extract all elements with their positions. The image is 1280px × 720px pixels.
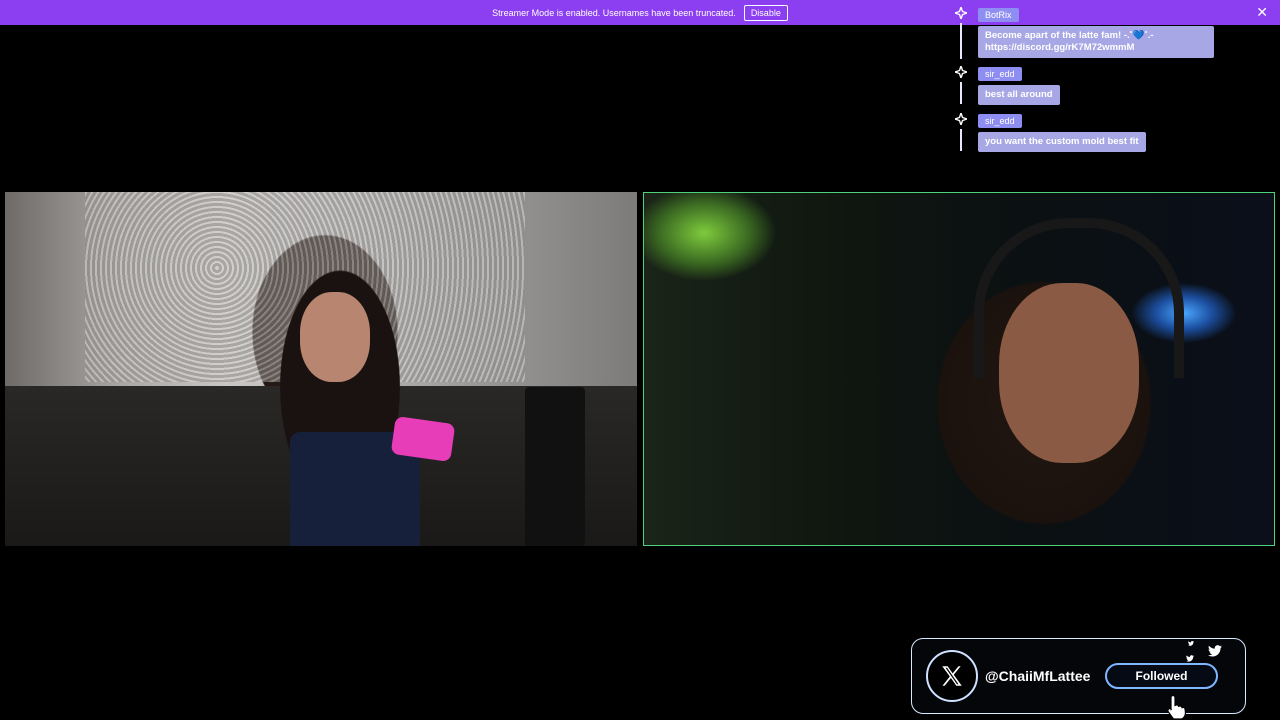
chat-message: BotRix Become apart of the latte fam! -.… (952, 5, 1222, 59)
chat-message-text: best all around (978, 85, 1060, 105)
x-logo-icon (926, 650, 978, 702)
x-logo-glyph (942, 666, 962, 686)
chat-username: sir_edd (978, 114, 1022, 128)
chat-message: sir_edd you want the custom mold best fi… (952, 111, 1222, 152)
chat-username: BotRix (978, 8, 1019, 22)
hand-cursor-icon (1167, 694, 1187, 720)
twitter-follow-widget: @ChaiiMfLattee Followed (911, 638, 1246, 714)
guest-face (999, 283, 1139, 463)
chat-message-text: Become apart of the latte fam! -.˚💙˚.- h… (978, 26, 1214, 58)
twitter-bird-icon (1208, 645, 1222, 657)
close-icon[interactable]: ✕ (1256, 4, 1268, 20)
chat-overlay: BotRix Become apart of the latte fam! -.… (952, 5, 1222, 158)
followed-button[interactable]: Followed (1105, 663, 1218, 689)
twitter-bird-icon (1188, 641, 1194, 646)
right-webcam-feed (643, 192, 1275, 546)
chat-thread-line (960, 129, 962, 151)
twitter-bird-icon (1186, 655, 1194, 662)
chat-thread-line (960, 23, 962, 59)
diamond-icon (955, 113, 967, 125)
streamer-mode-message: Streamer Mode is enabled. Usernames have… (492, 7, 736, 18)
disable-streamer-mode-button[interactable]: Disable (743, 4, 788, 21)
twitter-handle: @ChaiiMfLattee (985, 668, 1091, 684)
diamond-icon (955, 7, 967, 19)
chat-username: sir_edd (978, 67, 1022, 81)
pink-microphone (390, 416, 456, 462)
streamer-face (300, 292, 370, 382)
left-webcam-feed (5, 192, 637, 546)
mic-stand (525, 387, 585, 546)
chat-message: sir_edd best all around (952, 64, 1222, 105)
chat-message-text: you want the custom mold best fit (978, 132, 1146, 152)
diamond-icon (955, 66, 967, 78)
chat-thread-line (960, 82, 962, 104)
